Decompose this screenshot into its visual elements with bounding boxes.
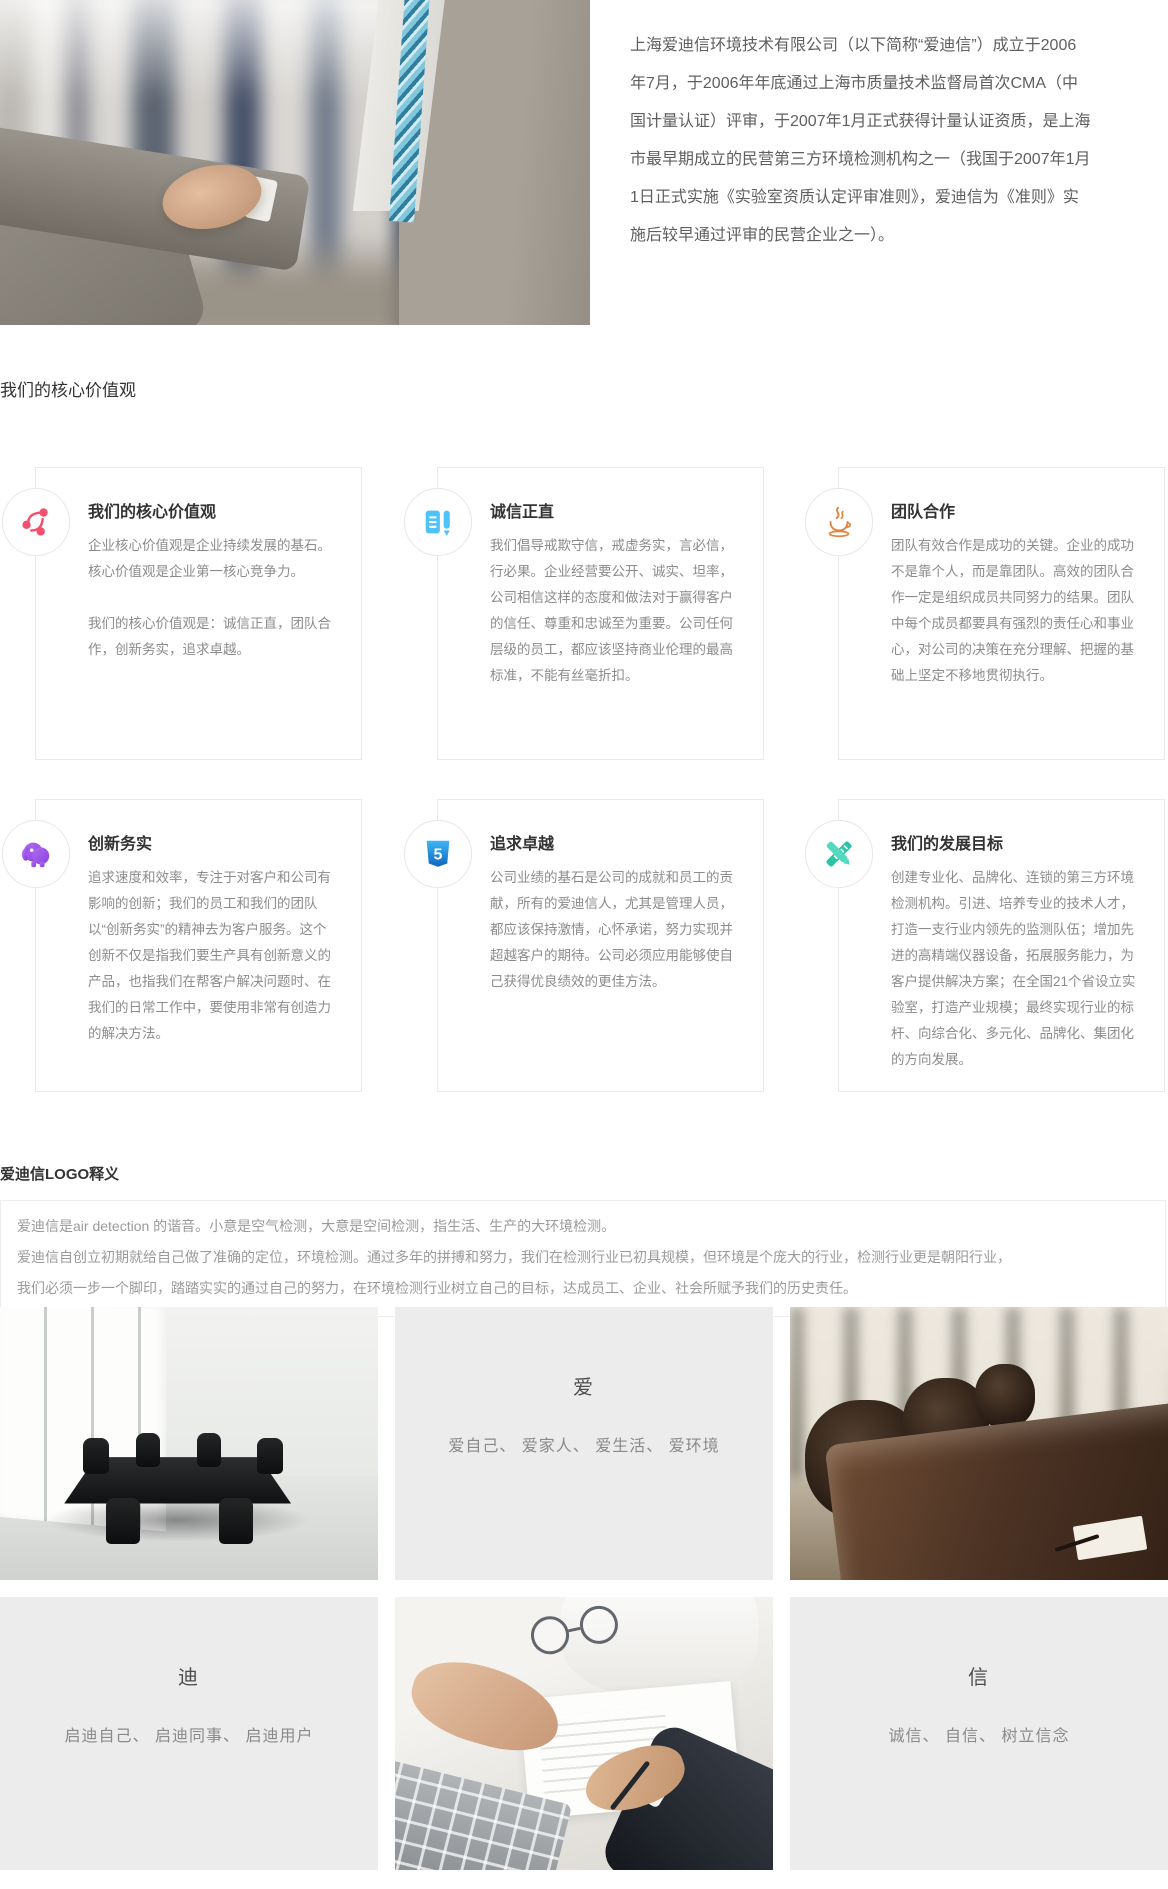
value-card-integrity: 诚信正直 我们倡导戒欺守信，戒虚务实，言必信，行必果。企业经营要公开、诚实、坦率… <box>437 467 764 760</box>
brand-heading: 信 <box>790 1661 1168 1690</box>
brand-heading: 爱 <box>395 1371 773 1400</box>
card-paragraph: 团队有效合作是成功的关键。企业的成功不是靠个人，而是靠团队。高效的团队合作一定是… <box>891 533 1138 689</box>
company-intro-paragraph: 上海爱迪信环境技术有限公司（以下简称“爱迪信”）成立于2006年7月，于2006… <box>630 27 1092 255</box>
logo-meaning-line: 我们必须一步一个脚印，踏踏实实的通过自己的努力，在环境检测行业树立自己的目标，达… <box>17 1273 1149 1304</box>
java-coffee-cup-icon <box>805 488 873 556</box>
card-paragraph: 我们倡导戒欺守信，戒虚务实，言必信，行必果。企业经营要公开、诚实、坦率，公司相信… <box>490 533 737 689</box>
value-card-excellence: 5 追求卓越 公司业绩的基石是公司的成就和员工的贡献，所有的爱迪信人，尤其是管理… <box>437 799 764 1092</box>
card-title: 我们的发展目标 <box>891 830 1138 854</box>
brand-block-love: 爱 爱自己、 爱家人、 爱生活、 爱环境 <box>395 1307 773 1580</box>
value-card-development-goal: 我们的发展目标 创建专业化、品牌化、连锁的第三方环境检测机构。引进、培养专业的技… <box>838 799 1165 1092</box>
card-title: 创新务实 <box>88 830 335 854</box>
hands-working-photo <box>395 1597 773 1870</box>
brand-block-inspire: 迪 启迪自己、 启迪同事、 启迪用户 <box>0 1597 378 1870</box>
business-handshake-photo <box>0 0 590 325</box>
logo-meaning-line: 爱迪信是air detection 的谐音。小意是空气检测，大意是空间检测，指生… <box>17 1211 1149 1242</box>
office-chair <box>219 1498 253 1544</box>
value-card-teamwork: 团队合作 团队有效合作是成功的关键。企业的成功不是靠个人，而是靠团队。高效的团队… <box>838 467 1165 760</box>
html5-shield-icon: 5 <box>404 820 472 888</box>
office-chair <box>257 1438 283 1474</box>
card-title: 追求卓越 <box>490 830 737 854</box>
glasses-bridge <box>568 1626 580 1631</box>
logo-meaning-line: 爱迪信自创立初期就给自己做了准确的定位，环境检测。通过多年的拼搏和努力，我们在检… <box>17 1242 1149 1273</box>
value-card-innovation: 创新务实 追求速度和效率，专注于对客户和公司有影响的创新；我们的员工和我们的团队… <box>35 799 362 1092</box>
svg-text:5: 5 <box>434 846 443 864</box>
office-chair <box>197 1433 221 1467</box>
card-paragraph: 创建专业化、品牌化、连锁的第三方环境检测机构。引进、培养专业的技术人才，打造一支… <box>891 865 1138 1073</box>
card-title: 诚信正直 <box>490 498 737 522</box>
about-page: 上海爱迪信环境技术有限公司（以下简称“爱迪信”）成立于2006年7月，于2006… <box>0 0 1168 1889</box>
table-shadow <box>45 1498 310 1542</box>
card-paragraph: 我们的核心价值观是：诚信正直，团队合作，创新务实，追求卓越。 <box>88 611 335 663</box>
office-chair <box>136 1433 160 1467</box>
logo-meaning-panel: 爱迪信是air detection 的谐音。小意是空气检测，大意是空间检测，指生… <box>0 1200 1166 1317</box>
brand-block-trust: 信 诚信、 自信、 树立信念 <box>790 1597 1168 1870</box>
brand-subtitle: 启迪自己、 启迪同事、 启迪用户 <box>0 1722 378 1746</box>
leather-chair <box>975 1364 1035 1428</box>
card-paragraph: 公司业绩的基石是公司的成就和员工的贡献，所有的爱迪信人，尤其是管理人员，都应该保… <box>490 865 737 995</box>
meeting-room-photo <box>0 1307 378 1580</box>
office-chair <box>83 1438 109 1474</box>
card-title: 我们的核心价值观 <box>88 498 335 522</box>
value-card-core-values: 我们的核心价值观 企业核心价值观是企业持续发展的基石。核心价值观是企业第一核心竞… <box>35 467 362 760</box>
brand-subtitle: 诚信、 自信、 树立信念 <box>790 1722 1168 1746</box>
logo-meaning-section-title: 爱迪信LOGO释义 <box>0 1163 119 1184</box>
notebook-pen-icon <box>404 488 472 556</box>
card-title: 团队合作 <box>891 498 1138 522</box>
brand-subtitle: 爱自己、 爱家人、 爱生活、 爱环境 <box>395 1432 773 1456</box>
brand-heading: 迪 <box>0 1661 378 1690</box>
glasses-lens <box>528 1612 573 1657</box>
share-nodes-icon <box>2 488 70 556</box>
card-paragraph: 追求速度和效率，专注于对客户和公司有影响的创新；我们的员工和我们的团队以“创新务… <box>88 865 335 1047</box>
elephant-icon <box>2 820 70 888</box>
core-values-section-title: 我们的核心价值观 <box>0 376 136 401</box>
card-paragraph: 企业核心价值观是企业持续发展的基石。核心价值观是企业第一核心竞争力。 <box>88 533 335 585</box>
glasses-lens <box>576 1602 621 1647</box>
ruler-pencil-icon <box>805 820 873 888</box>
office-chair <box>106 1498 140 1544</box>
conference-table-photo <box>790 1307 1168 1580</box>
